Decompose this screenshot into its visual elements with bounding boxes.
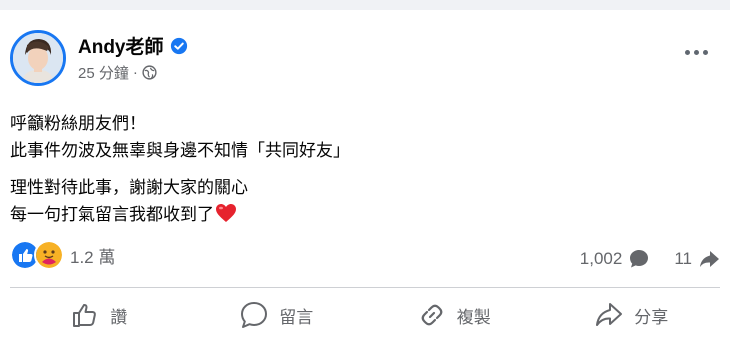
- link-icon: [421, 304, 443, 326]
- more-dot-icon: [685, 50, 690, 55]
- post-line: 此事件勿波及無辜與身邊不知情「共同好友」: [10, 141, 350, 160]
- author-row: Andy老師: [78, 32, 188, 59]
- globe-icon: [142, 65, 157, 80]
- share-count[interactable]: 11: [674, 249, 692, 269]
- divider: [10, 287, 720, 288]
- post-line: 呼籲粉絲朋友們！: [10, 114, 146, 133]
- post-line-with-emoji: 每一句打氣留言我都收到了: [10, 201, 350, 228]
- care-icon: [34, 240, 64, 270]
- share-label: 分享: [634, 307, 669, 327]
- comment-bubble-icon: [630, 250, 649, 268]
- avatar-image: [13, 33, 63, 83]
- like-button[interactable]: 讚: [10, 292, 188, 338]
- comment-count[interactable]: 1,002: [580, 249, 623, 269]
- heart-emoji-icon: [216, 204, 236, 222]
- post-line: 理性對待此事，謝謝大家的關心: [10, 178, 248, 197]
- more-dot-icon: [694, 50, 699, 55]
- more-options-button[interactable]: [685, 50, 708, 55]
- reaction-summary[interactable]: 1.2 萬: [10, 240, 115, 270]
- reaction-count: 1.2 萬: [70, 247, 116, 267]
- post-timestamp[interactable]: 25 分鐘: [78, 62, 129, 83]
- comment-icon: [241, 302, 268, 328]
- verified-badge-icon: [170, 37, 187, 54]
- like-label: 讚: [110, 307, 128, 327]
- copy-label: 複製: [456, 307, 491, 327]
- more-dot-icon: [703, 50, 708, 55]
- meta-separator: ·: [132, 64, 138, 81]
- comment-label: 留言: [279, 307, 314, 327]
- post-line: 每一句打氣留言我都收到了: [10, 205, 214, 224]
- share-arrow-icon: [700, 251, 719, 267]
- post-stats: 1,002 11: [580, 248, 720, 270]
- copy-button[interactable]: 複製: [365, 292, 543, 338]
- post-body: 呼籲粉絲朋友們！ 此事件勿波及無辜與身邊不知情「共同好友」 理性對待此事，謝謝大…: [10, 110, 350, 228]
- comment-button[interactable]: 留言: [188, 292, 366, 338]
- share-icon: [596, 303, 623, 326]
- post-meta: 25 分鐘 ·: [78, 62, 157, 83]
- post-card: Andy老師 25 分鐘 · 呼籲粉絲朋友們！ 此事件勿波及無辜與身邊不知情「共…: [0, 10, 730, 340]
- share-button[interactable]: 分享: [543, 292, 721, 338]
- author-avatar[interactable]: [10, 30, 66, 86]
- action-bar: 讚 留言 複製 分享: [10, 292, 720, 338]
- author-name[interactable]: Andy老師: [78, 32, 164, 59]
- thumbs-up-icon: [73, 303, 97, 327]
